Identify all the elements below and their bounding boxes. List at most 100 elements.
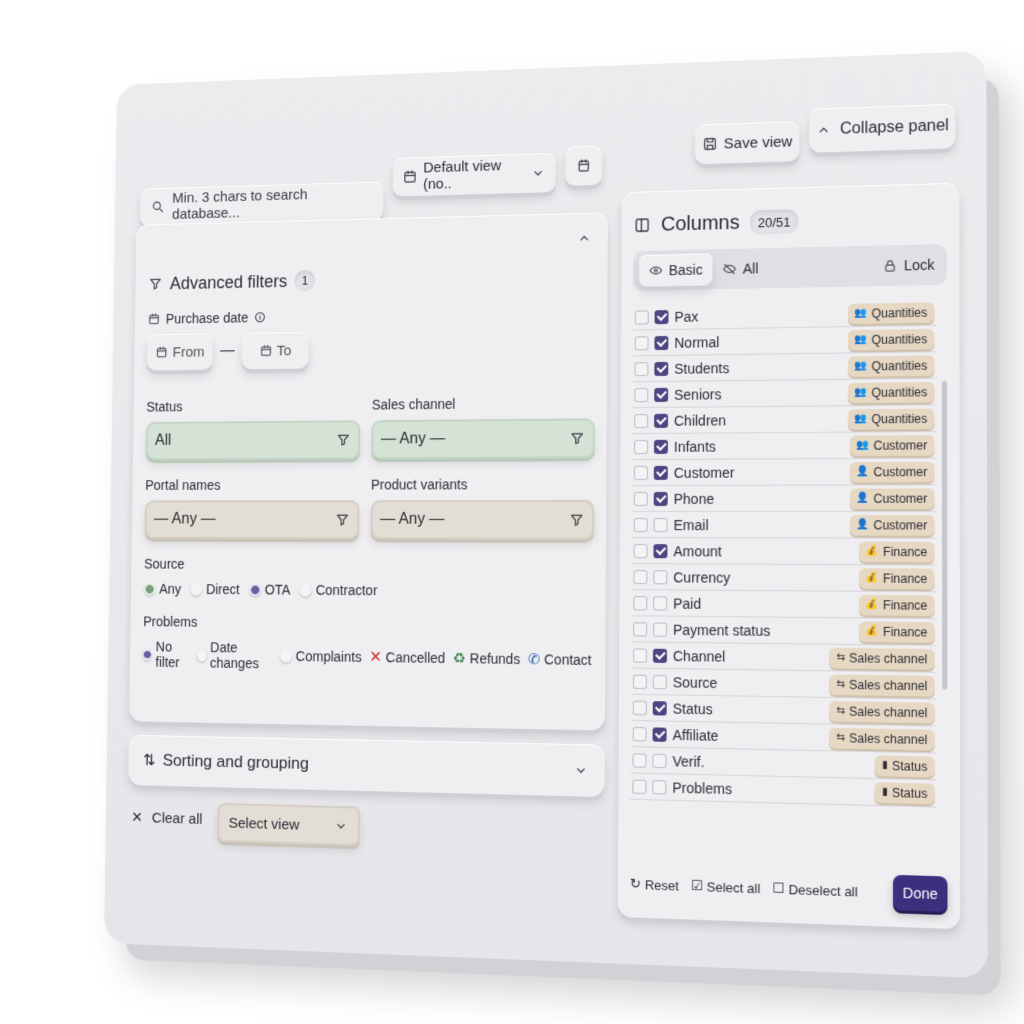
row-select-checkbox[interactable]: [634, 413, 649, 428]
column-visible-checkbox[interactable]: [652, 674, 667, 689]
column-visible-checkbox[interactable]: [654, 309, 669, 324]
row-select-checkbox[interactable]: [633, 569, 648, 584]
source-radio-ota[interactable]: OTA: [248, 582, 291, 597]
problems-option-refunds[interactable]: ♻ Refunds: [453, 649, 520, 668]
tag-label: Customer: [873, 517, 928, 533]
row-select-checkbox[interactable]: [632, 779, 647, 794]
column-visible-checkbox[interactable]: [652, 779, 667, 795]
column-visible-checkbox[interactable]: [652, 753, 667, 768]
column-row[interactable]: Normal 👥 Quantities: [632, 325, 937, 357]
view-select-value: Default view (no..: [423, 157, 502, 193]
lock-button[interactable]: Lock: [883, 256, 940, 273]
reset-button[interactable]: ↻ Reset: [630, 876, 679, 894]
row-select-checkbox[interactable]: [633, 543, 648, 558]
column-visible-checkbox[interactable]: [654, 387, 669, 402]
tab-all[interactable]: All: [723, 260, 758, 277]
collapse-filters-toggle[interactable]: [576, 230, 592, 251]
row-select-checkbox[interactable]: [634, 387, 649, 402]
column-name: Normal: [674, 333, 720, 351]
row-select-checkbox[interactable]: [632, 752, 647, 768]
row-select-checkbox[interactable]: [633, 621, 648, 637]
column-row[interactable]: Seniors 👥 Quantities: [632, 378, 937, 409]
row-select-checkbox[interactable]: [632, 674, 647, 689]
row-select-checkbox[interactable]: [634, 361, 649, 376]
split-icon: ⇆: [836, 705, 846, 717]
status-select[interactable]: All: [145, 420, 361, 461]
column-visible-checkbox[interactable]: [653, 465, 668, 480]
column-visible-checkbox[interactable]: [653, 622, 668, 637]
done-button[interactable]: Done: [892, 874, 948, 913]
person-icon: 👤: [856, 519, 870, 531]
collapse-panel-button[interactable]: Collapse panel: [809, 103, 956, 153]
source-radio-any[interactable]: Any: [143, 581, 181, 597]
date-from-button[interactable]: From: [146, 333, 213, 371]
sales-channel-label: Sales channel: [371, 396, 456, 413]
column-row[interactable]: Paid 💰 Finance: [631, 590, 937, 620]
date-to-button[interactable]: To: [241, 331, 309, 370]
row-select-checkbox[interactable]: [633, 517, 648, 532]
column-row[interactable]: Currency 💰 Finance: [631, 564, 937, 593]
sales-channel-select[interactable]: — Any —: [371, 418, 595, 460]
column-visible-checkbox[interactable]: [653, 439, 668, 454]
column-row[interactable]: Problems ▮ Status: [630, 773, 937, 808]
row-select-checkbox[interactable]: [634, 335, 649, 350]
column-row[interactable]: Students 👥 Quantities: [632, 352, 937, 383]
column-visible-checkbox[interactable]: [653, 517, 668, 532]
column-row[interactable]: Customer 👤 Customer: [631, 458, 937, 487]
tag-label: Sales channel: [849, 677, 928, 693]
row-select-checkbox[interactable]: [634, 439, 649, 454]
row-select-checkbox[interactable]: [634, 309, 649, 325]
row-select-checkbox[interactable]: [632, 726, 647, 741]
column-row[interactable]: Infants 👥 Customer: [632, 432, 937, 461]
column-visible-checkbox[interactable]: [652, 700, 667, 716]
tab-basic[interactable]: Basic: [638, 253, 713, 287]
tag-label: Customer: [873, 464, 928, 479]
problems-option-contact[interactable]: ✆ Contact: [528, 650, 592, 669]
portal-names-select[interactable]: — Any —: [144, 500, 360, 540]
select-view-dropdown[interactable]: Select view: [217, 802, 361, 847]
column-visible-checkbox[interactable]: [654, 335, 669, 350]
column-row[interactable]: Children 👥 Quantities: [632, 405, 937, 435]
column-visible-checkbox[interactable]: [652, 648, 667, 663]
info-icon[interactable]: [254, 310, 267, 324]
columns-scrollbar[interactable]: [941, 380, 948, 690]
row-select-checkbox[interactable]: [633, 595, 648, 610]
product-variants-select[interactable]: — Any —: [370, 500, 595, 540]
cross-icon: ✕: [369, 649, 382, 667]
tag-label: Sales channel: [849, 650, 928, 666]
sorting-grouping-section[interactable]: ⇅ Sorting and grouping: [128, 734, 605, 798]
column-name: Amount: [673, 542, 722, 559]
problems-radio-complaints[interactable]: Complaints: [279, 648, 362, 665]
problems-radio-no-filter[interactable]: No filter: [142, 639, 190, 671]
source-radio-contractor[interactable]: Contractor: [299, 582, 377, 598]
column-visible-checkbox[interactable]: [653, 569, 668, 584]
problems-radio-date-changes[interactable]: Date changes: [196, 639, 273, 671]
option-label: Contact: [544, 651, 592, 668]
calendar-button[interactable]: [565, 145, 603, 186]
column-visible-checkbox[interactable]: [653, 543, 668, 558]
column-visible-checkbox[interactable]: [653, 595, 668, 611]
column-row[interactable]: Amount 💰 Finance: [631, 538, 937, 566]
problems-option-cancelled[interactable]: ✕ Cancelled: [369, 647, 445, 668]
deselect-all-button[interactable]: ☐ Deselect all: [772, 880, 857, 899]
filter-count-badge: 1: [294, 269, 316, 292]
clear-all-button[interactable]: ✕ Clear all: [131, 808, 202, 827]
column-row[interactable]: Payment status 💰 Finance: [631, 616, 937, 646]
column-visible-checkbox[interactable]: [654, 361, 669, 376]
column-visible-checkbox[interactable]: [652, 726, 667, 742]
row-select-checkbox[interactable]: [633, 491, 648, 506]
filter-icon: [148, 276, 163, 291]
save-view-button[interactable]: Save view: [694, 121, 800, 165]
row-select-checkbox[interactable]: [634, 465, 648, 480]
column-row[interactable]: Email 👤 Customer: [631, 512, 937, 539]
row-select-checkbox[interactable]: [633, 647, 648, 663]
column-row[interactable]: Phone 👤 Customer: [631, 485, 937, 513]
column-category-tag: 👥 Quantities: [847, 408, 935, 430]
row-select-checkbox[interactable]: [632, 700, 647, 715]
column-visible-checkbox[interactable]: [653, 491, 668, 506]
source-radio-direct[interactable]: Direct: [190, 581, 240, 597]
view-select[interactable]: Default view (no..: [392, 152, 556, 197]
select-all-button[interactable]: ☑ Select all: [691, 878, 760, 897]
column-visible-checkbox[interactable]: [654, 413, 669, 428]
columns-title: Columns: [660, 211, 740, 236]
